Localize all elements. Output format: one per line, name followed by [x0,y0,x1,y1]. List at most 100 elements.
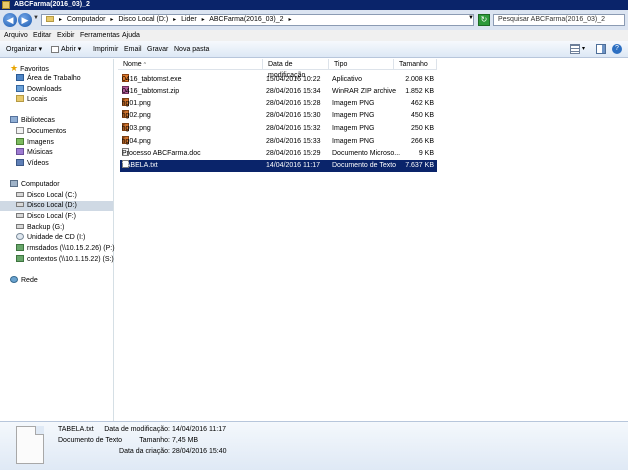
cd-drive-icon [16,233,24,240]
sidebar-network-label: Rede [21,277,38,284]
file-name: TABELA.txt [122,162,158,169]
documents-icon [16,127,24,134]
sidebar-item-rmsdados-p[interactable]: rmsdados (\\10.15.2.26) (P:) [16,244,115,254]
file-modified-cell: 28/04/2016 15:32 [266,125,321,132]
file-type-cell: WinRAR ZIP archive [332,88,397,95]
file-row[interactable]: fig02.png 28/04/2016 15:30 Imagem PNG 45… [120,110,437,122]
search-input[interactable]: Pesquisar ABCFarma(2016_03)_2 [493,14,625,26]
sidebar-item-label: Músicas [27,149,53,156]
forward-arrow-icon[interactable]: ▶ [18,13,32,27]
file-name: Processo ABCFarma.doc [122,150,201,157]
details-created-value: 28/04/2016 15:40 [172,448,227,455]
sidebar-item-downloads[interactable]: Downloads [16,85,62,95]
address-bar[interactable]: ▸ Computador ▸ Disco Local (D:) ▸ Lider … [41,14,474,26]
sidebar-libraries-label: Bibliotecas [21,117,55,124]
file-row[interactable]: 0416_tabtomst.exe 15/04/2016 10:22 Aplic… [120,74,437,86]
breadcrumb-current-folder[interactable]: ABCFarma(2016_03)_2 [209,16,283,23]
view-options-icon[interactable] [570,44,580,54]
print-button[interactable]: Imprimir [93,41,118,58]
file-type-cell: Documento de Texto [332,162,397,169]
network-drive-icon [16,244,24,251]
sidebar-item-label: Disco Local (D:) [27,202,77,209]
file-name: fig03.png [122,125,151,132]
menu-arquivo[interactable]: Arquivo [4,30,28,41]
column-header-name[interactable]: Nome ^ [118,59,263,70]
burn-button[interactable]: Gravar [147,41,168,58]
new-folder-button[interactable]: Nova pasta [174,41,209,58]
title-bar: ABCFarma(2016_03)_2 [0,0,628,10]
menu-editar[interactable]: Editar [33,30,51,41]
sidebar-libraries[interactable]: Bibliotecas [10,116,55,126]
sidebar-item-backup-g[interactable]: Backup (G:) [16,223,64,233]
sidebar-item-images[interactable]: Imagens [16,138,54,148]
sidebar-item-disk-c[interactable]: Disco Local (C:) [16,191,77,201]
view-options-chevron-icon[interactable]: ▾ [582,44,588,54]
sidebar-item-label: contextos (\\10.1.15.22) (S:) [27,256,114,263]
sidebar-item-documents[interactable]: Documentos [16,127,66,137]
sidebar-item-music[interactable]: Músicas [16,148,53,158]
refresh-icon[interactable]: ↻ [478,14,490,26]
breadcrumb-separator-icon[interactable]: ▸ [110,17,113,23]
column-header-label: Nome [123,61,142,68]
file-row[interactable]: fig01.png 28/04/2016 15:28 Imagem PNG 46… [120,98,437,110]
file-row[interactable]: fig04.png 28/04/2016 15:33 Imagem PNG 26… [120,136,437,148]
details-modified-value: 14/04/2016 11:17 [172,426,226,433]
help-icon[interactable]: ? [612,44,622,54]
breadcrumb-separator-icon[interactable]: ▸ [202,17,205,23]
file-type-cell: Documento Microso... [332,150,401,157]
sidebar-item-label: Downloads [27,86,62,93]
sidebar-item-disk-d[interactable]: Disco Local (D:) [0,201,113,211]
sidebar-network[interactable]: Rede [10,276,38,286]
recent-pages-chevron-icon[interactable]: ▼ [33,15,39,21]
address-history-chevron-icon[interactable]: ▼ [468,15,474,21]
breadcrumb-separator-icon[interactable]: ▸ [59,17,62,23]
open-button[interactable]: Abrir ▾ [61,41,81,58]
file-row[interactable]: 0416_tabtomst.zip 28/04/2016 15:34 WinRA… [120,86,437,98]
file-row[interactable]: fig03.png 28/04/2016 15:32 Imagem PNG 25… [120,123,437,135]
file-modified-cell: 28/04/2016 15:34 [266,88,321,95]
sidebar-item-videos[interactable]: Vídeos [16,159,49,169]
sidebar-item-label: rmsdados (\\10.15.2.26) (P:) [27,245,115,252]
menu-exibir[interactable]: Exibir [57,30,75,41]
libraries-icon [10,116,18,123]
sidebar-item-desktop[interactable]: Área de Trabalho [16,74,81,84]
file-type-cell: Aplicativo [332,76,362,83]
file-row[interactable]: Processo ABCFarma.doc 28/04/2016 15:29 D… [120,148,437,160]
file-size-cell: 266 KB [411,138,434,145]
file-name: fig02.png [122,112,151,119]
organize-button[interactable]: Organizar ▾ [6,41,42,58]
preview-pane-icon[interactable] [596,44,606,54]
sidebar-item-contextos-s[interactable]: contextos (\\10.1.15.22) (S:) [16,255,114,265]
column-header-size[interactable]: Tamanho [394,59,437,70]
email-button[interactable]: Email [124,41,142,58]
column-header-type[interactable]: Tipo [329,59,394,70]
breadcrumb-disk-d[interactable]: Disco Local (D:) [118,16,168,23]
menu-ferramentas[interactable]: Ferramentas [80,30,120,41]
network-drive-icon [16,255,24,262]
sidebar-item-places[interactable]: Locais [16,95,47,105]
drive-icon [16,224,24,229]
open-label: Abrir [61,46,76,53]
breadcrumb-computer[interactable]: Computador [67,16,106,23]
menu-bar: Arquivo Editar Exibir Ferramentas Ajuda [0,30,628,41]
sidebar-item-label: Backup (G:) [27,224,65,231]
sidebar-item-cd-i[interactable]: Unidade de CD (I:) [16,233,85,243]
sidebar-computer[interactable]: Computador [10,180,60,190]
breadcrumb-separator-icon[interactable]: ▸ [288,17,291,23]
images-icon [16,138,24,145]
back-arrow-icon[interactable]: ◀ [3,13,17,27]
file-row-selected[interactable]: TABELA.txt 14/04/2016 11:17 Documento de… [120,160,437,172]
sidebar-item-label: Disco Local (C:) [27,192,77,199]
file-size-cell: 2.008 KB [405,76,434,83]
star-icon: ★ [10,63,19,73]
breadcrumb-separator-icon[interactable]: ▸ [173,17,176,23]
sidebar-computer-label: Computador [21,181,60,188]
sidebar-item-disk-f[interactable]: Disco Local (F:) [16,212,76,222]
places-icon [16,95,24,102]
details-created-label: Data da criação: [119,448,170,455]
sidebar-favorites[interactable]: ★ Favoritos [10,63,49,73]
breadcrumb-lider[interactable]: Lider [181,16,197,23]
file-name: fig01.png [122,100,151,107]
menu-ajuda[interactable]: Ajuda [122,30,140,41]
column-header-modified[interactable]: Data de modificação [263,59,329,79]
